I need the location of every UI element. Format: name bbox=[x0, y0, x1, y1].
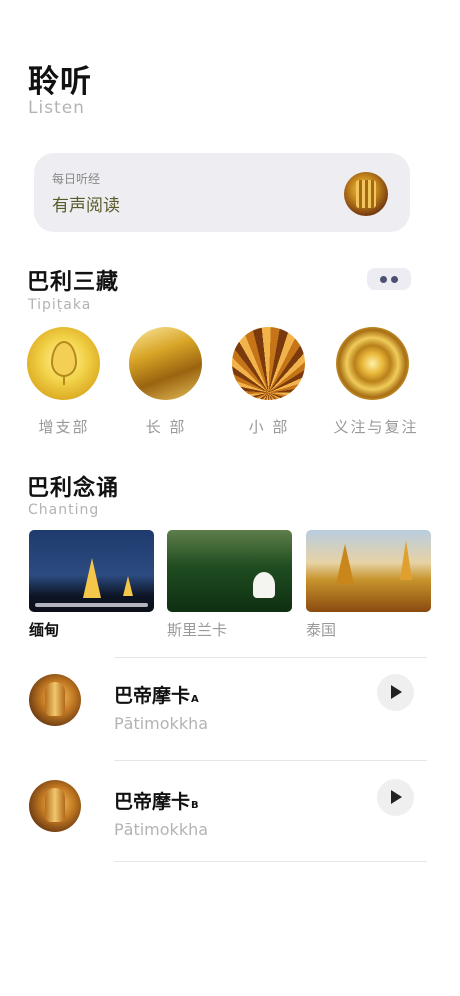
play-icon bbox=[391, 685, 402, 699]
pagoda-image bbox=[83, 558, 101, 598]
daily-listening-card[interactable]: 每日听经 有声阅读 bbox=[34, 153, 410, 232]
more-dots-icon bbox=[380, 276, 387, 283]
page-subtitle: Listen bbox=[28, 98, 85, 118]
tipitaka-item-label: 增支部 bbox=[38, 418, 90, 436]
play-button[interactable] bbox=[377, 674, 414, 711]
leaf-stem bbox=[63, 375, 65, 385]
pagoda-image bbox=[123, 576, 133, 596]
track-suffix: A bbox=[191, 694, 199, 705]
tipitaka-item-digha[interactable] bbox=[129, 327, 202, 400]
daily-card-label: 每日听经 bbox=[52, 172, 101, 186]
play-button[interactable] bbox=[377, 779, 414, 816]
stupa-image bbox=[253, 572, 275, 598]
tipitaka-item-label: 义注与复注 bbox=[333, 418, 419, 436]
chanting-card-label: 泰国 bbox=[306, 621, 337, 639]
chanting-card-myanmar[interactable] bbox=[29, 530, 154, 612]
tipitaka-item-khuddaka[interactable] bbox=[232, 327, 305, 400]
tipitaka-item-anguttara[interactable] bbox=[27, 327, 100, 400]
chanting-card-label: 斯里兰卡 bbox=[167, 621, 228, 639]
track-title: 巴帝摩卡A bbox=[114, 681, 199, 708]
track-suffix: B bbox=[191, 800, 199, 811]
track-row[interactable]: 巴帝摩卡A Pātimokkha bbox=[0, 658, 460, 760]
tipitaka-item-label: 长 部 bbox=[145, 418, 187, 436]
daily-card-title: 有声阅读 bbox=[52, 196, 120, 216]
tipitaka-item-commentaries[interactable] bbox=[336, 327, 409, 400]
page-title: 聆听 bbox=[28, 64, 92, 100]
tipitaka-section-title: 巴利三藏 bbox=[27, 270, 120, 295]
chanting-card-thailand[interactable] bbox=[306, 530, 431, 612]
book-image bbox=[356, 180, 376, 208]
temple-image bbox=[400, 540, 412, 580]
chanting-section-title: 巴利念诵 bbox=[27, 476, 120, 501]
track-title-text: 巴帝摩卡 bbox=[114, 685, 191, 707]
track-thumbnail bbox=[29, 780, 81, 832]
chanting-card-sri-lanka[interactable] bbox=[167, 530, 292, 612]
track-subtitle: Pātimokkha bbox=[114, 820, 209, 839]
daily-card-thumbnail bbox=[344, 172, 388, 216]
chanting-section-subtitle: Chanting bbox=[28, 502, 100, 518]
hand-image bbox=[45, 788, 65, 822]
track-thumbnail bbox=[29, 674, 81, 726]
tipitaka-section-subtitle: Tipiṭaka bbox=[28, 297, 92, 313]
temple-image bbox=[336, 544, 354, 584]
photo-indicator bbox=[35, 603, 148, 607]
play-icon bbox=[391, 790, 402, 804]
divider bbox=[114, 861, 427, 862]
more-button[interactable] bbox=[367, 268, 411, 290]
chanting-card-label: 缅甸 bbox=[29, 621, 60, 639]
track-row[interactable]: 巴帝摩卡B Pātimokkha bbox=[0, 761, 460, 861]
tipitaka-item-label: 小 部 bbox=[248, 418, 290, 436]
bodhi-leaf-icon bbox=[51, 341, 77, 377]
track-subtitle: Pātimokkha bbox=[114, 714, 209, 733]
hand-image bbox=[45, 682, 65, 716]
more-dots-icon bbox=[391, 276, 398, 283]
track-title-text: 巴帝摩卡 bbox=[114, 791, 191, 813]
track-title: 巴帝摩卡B bbox=[114, 787, 199, 814]
